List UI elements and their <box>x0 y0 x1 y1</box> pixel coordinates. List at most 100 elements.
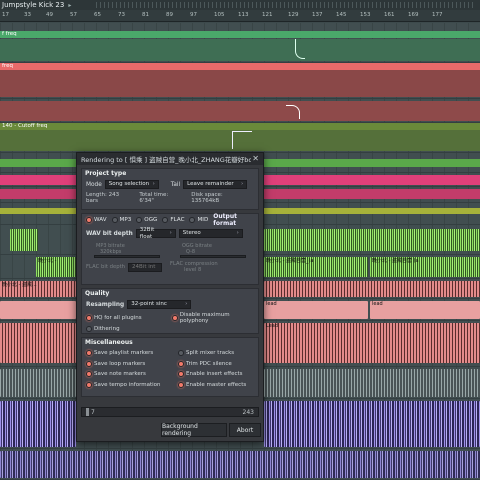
audio-clip[interactable] <box>264 401 480 447</box>
save-loop-markers-toggle[interactable]: Save loop markers <box>86 359 178 370</box>
format-flac-radio[interactable]: FLAC <box>162 217 184 223</box>
resampling-label: Resampling <box>86 301 125 308</box>
range-start-handle[interactable] <box>86 408 89 416</box>
pattern-clip[interactable] <box>264 281 480 297</box>
automation-body <box>0 70 480 97</box>
split-mixer-tracks-toggle[interactable]: Split mixer tracks <box>178 348 246 359</box>
pattern-clip[interactable]: Lead <box>264 323 480 363</box>
radio-dot <box>162 217 169 223</box>
ruler-mark: 169 <box>408 12 419 18</box>
automation-label: f freq <box>2 31 17 37</box>
automation-curve <box>286 105 300 119</box>
ruler-mark: 113 <box>238 12 249 18</box>
format-mid-radio[interactable]: MID <box>189 217 208 223</box>
save-playlist-markers-toggle[interactable]: Save playlist markers <box>86 348 178 359</box>
dithering-toggle[interactable]: Dithering <box>86 323 120 334</box>
audio-clip[interactable]: 晚小北 - <box>36 257 76 277</box>
hq-plugins-toggle[interactable]: HQ for all plugins <box>86 312 172 323</box>
save-note-markers-toggle[interactable]: Save note markers <box>86 369 178 380</box>
track-lane[interactable]: 140 - Cutoff freq <box>0 123 480 153</box>
automation-clip[interactable]: f freq <box>0 31 480 38</box>
ruler-mark: 97 <box>190 12 197 18</box>
track-lane[interactable] <box>0 449 480 480</box>
master-effects-toggle[interactable]: Enable master effects <box>178 380 246 391</box>
pattern-clip[interactable]: 晚小北 - 盗贼... <box>0 281 76 297</box>
ruler-mark: 73 <box>118 12 125 18</box>
resampling-select[interactable]: 32-point sinc › <box>127 300 192 309</box>
audio-clip[interactable] <box>264 229 480 251</box>
mode-label: Mode <box>86 181 102 188</box>
project-type-section: Project type Mode Song selection › Tail L… <box>81 168 259 210</box>
timeline-ruler[interactable]: 17 33 49 57 65 73 81 89 97 105 113 121 1… <box>0 10 480 22</box>
tail-select[interactable]: Leave remainder › <box>183 180 248 189</box>
total-time-info: Total time: 6'34" <box>139 191 169 204</box>
clip-label: lead <box>266 301 277 307</box>
tail-label: Tail <box>170 181 181 188</box>
ruler-mark: 89 <box>166 12 173 18</box>
disable-polyphony-toggle[interactable]: Disable maximum polyphony <box>171 312 258 324</box>
channels-select[interactable]: Stereo › <box>178 229 243 238</box>
radio-dot <box>136 217 143 223</box>
ruler-mark: 57 <box>70 12 77 18</box>
ruler-mark: 161 <box>384 12 395 18</box>
trim-pdc-toggle[interactable]: Trim PDC silence <box>178 359 246 370</box>
pattern-clip[interactable] <box>0 301 76 319</box>
pattern-clip[interactable]: lead <box>370 301 480 319</box>
automation-label: 140 - Cutoff freq <box>2 123 48 129</box>
ruler-mark: 17 <box>2 12 9 18</box>
audio-clip[interactable] <box>0 401 76 447</box>
track-lane[interactable]: freq <box>0 63 480 99</box>
close-icon[interactable]: ✕ <box>252 154 259 163</box>
misc-section: Miscellaneous Save playlist markers Save… <box>81 337 259 397</box>
track-lane[interactable]: f freq <box>0 23 480 63</box>
pattern-clip[interactable]: lead <box>264 301 368 319</box>
clip-label: 晚小北 - 盗贼自营 (a <box>372 258 419 264</box>
format-mp3-radio[interactable]: MP3 <box>111 217 131 223</box>
clip-label: 晚小北 - 盗贼... <box>2 282 37 288</box>
automation-body <box>0 101 480 121</box>
automation-clip[interactable]: freq <box>0 63 480 70</box>
audio-clip[interactable] <box>0 451 480 478</box>
automation-body <box>0 39 480 61</box>
mode-select[interactable]: Song selection › <box>104 180 159 189</box>
overview-strip[interactable] <box>96 2 476 8</box>
track-lane[interactable] <box>0 99 480 123</box>
insert-effects-toggle[interactable]: Enable insert effects <box>178 369 246 380</box>
clip-label: Lead <box>266 323 279 329</box>
clip-label: lead <box>372 301 383 307</box>
audio-clip[interactable]: 晚小北 - 盗贼自营 (a <box>370 257 480 277</box>
disk-space-info: Disk space: 135764kB <box>191 191 223 204</box>
section-header: Miscellaneous <box>85 339 133 346</box>
range-start-value: 7 <box>91 408 95 416</box>
section-header: Quality <box>85 290 110 297</box>
abort-button[interactable]: Abort <box>229 423 261 437</box>
save-tempo-toggle[interactable]: Save tempo information <box>86 380 178 391</box>
ruler-mark: 121 <box>262 12 273 18</box>
pattern-clip[interactable] <box>0 323 76 363</box>
audio-clip[interactable] <box>10 229 38 251</box>
ogg-bitrate-slider[interactable] <box>180 254 246 258</box>
clip-label: 晚小北 - <box>38 258 57 264</box>
wav-bit-depth-label: WAV bit depth <box>86 230 133 237</box>
background-rendering-button[interactable]: Background rendering <box>161 423 227 437</box>
audio-clip[interactable]: 晚小北 - 盗贼自营_(a <box>264 257 368 277</box>
range-end-value: 243 <box>242 408 254 416</box>
pattern-clip[interactable] <box>0 369 76 397</box>
dialog-title: Rendering to [ 惧乘 ] 盗贼自营_晚小北_ZHANG花瓣好bo.… <box>81 156 251 164</box>
render-range-slider[interactable]: 7 243 <box>81 407 259 417</box>
flac-bit-depth-label: FLAC bit depth <box>86 264 126 270</box>
window-titlebar: Jumpstyle Kick 23 ▸ <box>0 0 480 10</box>
wav-bit-depth-select[interactable]: 32Bit float › <box>135 227 176 240</box>
title-arrow-icon[interactable]: ▸ <box>68 2 71 9</box>
automation-clip[interactable]: 140 - Cutoff freq <box>0 123 480 130</box>
flac-bit-depth-select[interactable]: 24Bit int <box>128 262 163 272</box>
dialog-header[interactable]: Rendering to [ 惧乘 ] 盗贼自营_晚小北_ZHANG花瓣好bo.… <box>77 153 263 165</box>
ruler-mark: 153 <box>360 12 371 18</box>
pattern-clip[interactable] <box>264 369 480 397</box>
radio-dot <box>86 217 92 223</box>
automation-curve <box>232 131 252 149</box>
format-wav-radio[interactable]: WAV <box>86 217 107 223</box>
quality-section: Quality Resampling 32-point sinc › HQ for… <box>81 288 259 334</box>
mp3-bitrate-slider[interactable] <box>94 254 160 258</box>
format-ogg-radio[interactable]: OGG <box>136 217 157 223</box>
